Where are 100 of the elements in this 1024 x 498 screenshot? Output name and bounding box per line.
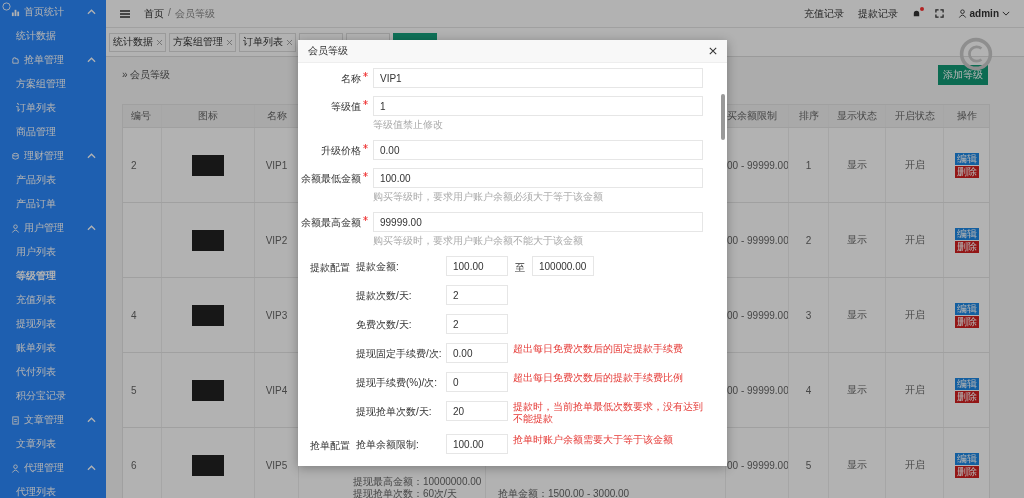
sidebar-group[interactable]: 理财管理 — [0, 144, 106, 168]
table-cell: 00 - 99999.00 — [727, 234, 789, 246]
section-label: 抢单配置 — [310, 440, 350, 451]
breadcrumb-link[interactable]: 首页 — [144, 6, 164, 21]
input-field[interactable]: 100.00 — [446, 256, 508, 276]
input-field[interactable]: 99999.00 — [373, 212, 703, 232]
sidebar-item[interactable]: 账单列表 — [0, 336, 106, 360]
table-cell: VIP2 — [265, 234, 288, 246]
tab[interactable]: 方案组管理 — [169, 32, 236, 52]
table-cell: VIP5 — [265, 459, 288, 471]
table-cell: 显示 — [847, 158, 867, 172]
sidebar-item[interactable]: 商品管理 — [0, 120, 106, 144]
input-field[interactable]: 2 — [446, 285, 508, 305]
top-link[interactable]: 提款记录 — [857, 6, 898, 21]
input-field[interactable]: 100000.00 — [532, 256, 594, 276]
input-field[interactable]: 1 — [373, 96, 703, 116]
sidebar-item[interactable]: 提现列表 — [0, 312, 106, 336]
field-label: 提款次数/天: — [356, 290, 412, 301]
sidebar-item[interactable]: 代理列表 — [0, 480, 106, 498]
input-field[interactable]: 2 — [446, 314, 508, 334]
bell-icon[interactable] — [911, 9, 921, 18]
sidebar-group[interactable]: 抢单管理 — [0, 48, 106, 72]
table-cell: 3 — [805, 309, 812, 321]
sidebar-item[interactable]: 文章列表 — [0, 432, 106, 456]
sidebar-item[interactable]: 产品列表 — [0, 168, 106, 192]
range-separator: 至 — [514, 261, 526, 275]
column-header: 名称 — [266, 109, 287, 123]
tab[interactable]: 统计数据 — [109, 32, 166, 52]
table-cell: 6 — [131, 459, 137, 471]
input-field[interactable]: 20 — [446, 401, 508, 421]
column-header: 编号 — [131, 109, 151, 123]
circle-icon — [2, 2, 11, 11]
chevron-icon — [87, 465, 96, 471]
breadcrumb-separator: / — [168, 6, 171, 20]
edit-button[interactable]: 编辑 — [954, 227, 979, 240]
delete-button[interactable]: 删除 — [954, 390, 979, 403]
caret-icon — [1002, 11, 1010, 16]
delete-button[interactable]: 删除 — [954, 465, 979, 478]
sidebar-item[interactable]: 订单列表 — [0, 96, 106, 120]
field-label: 名称 — [341, 72, 361, 86]
input-field[interactable]: 0 — [446, 372, 508, 392]
field-note: 抢单时账户余额需要大于等于该金额 — [513, 434, 674, 446]
photo-placeholder — [192, 454, 224, 476]
edit-button[interactable]: 编辑 — [954, 452, 979, 465]
page-title: » 会员等级 — [122, 68, 171, 82]
sidebar-item[interactable]: 代付列表 — [0, 360, 106, 384]
sidebar-group[interactable]: 首页统计 — [0, 0, 106, 24]
table-cell: 2 — [805, 234, 812, 246]
field-label: 升级价格 — [321, 144, 361, 158]
add-button[interactable]: 添加等级 — [938, 65, 988, 85]
document-icon — [11, 415, 20, 425]
delete-button[interactable]: 删除 — [954, 315, 979, 328]
table-cell: VIP4 — [265, 384, 288, 396]
field-hint: 等级值禁止修改 — [373, 118, 444, 132]
close-icon[interactable] — [709, 47, 717, 55]
delete-button[interactable]: 删除 — [954, 165, 979, 178]
field-note: 超出每日免费次数后的固定提款手续费 — [513, 343, 684, 355]
scrollbar-thumb[interactable] — [721, 94, 725, 140]
sidebar-item[interactable]: 统计数据 — [0, 24, 106, 48]
input-field[interactable]: 100.00 — [446, 434, 508, 454]
sidebar-item[interactable]: 用户列表 — [0, 240, 106, 264]
edit-button[interactable]: 编辑 — [954, 302, 979, 315]
delete-button[interactable]: 删除 — [954, 240, 979, 253]
user-menu[interactable]: admin — [957, 8, 1010, 19]
field-label: 免费次数/天: — [356, 319, 412, 330]
table-cell: 显示 — [847, 458, 867, 472]
top-link[interactable]: 充值记录 — [803, 6, 844, 21]
table-cell: 00 - 99999.00 — [727, 309, 789, 321]
table-cell: 提现抢单次数：60次/天 — [353, 488, 457, 498]
table-cell: 显示 — [847, 233, 867, 247]
user-icon — [11, 463, 20, 473]
menu-icon[interactable] — [120, 9, 130, 18]
edit-button[interactable]: 编辑 — [954, 152, 979, 165]
table-cell: 显示 — [847, 383, 867, 397]
sidebar-item[interactable]: 等级管理 — [0, 264, 106, 288]
edit-button[interactable]: 编辑 — [954, 377, 979, 390]
input-field[interactable]: 0.00 — [373, 140, 703, 160]
sidebar-group[interactable]: 用户管理 — [0, 216, 106, 240]
table-cell: 00 - 99999.00 — [727, 459, 789, 471]
sidebar-item[interactable]: 积分宝记录 — [0, 384, 106, 408]
sidebar-group[interactable]: 代理管理 — [0, 456, 106, 480]
tab[interactable]: 订单列表 — [239, 32, 296, 52]
table-cell: 抢单金额：1500.00 - 3000.00 — [498, 488, 630, 498]
photo-placeholder — [192, 229, 224, 251]
sidebar-group[interactable]: 文章管理 — [0, 408, 106, 432]
table-cell: 5 — [131, 384, 137, 396]
fullscreen-icon[interactable] — [934, 9, 944, 18]
sidebar-item[interactable]: 充值列表 — [0, 288, 106, 312]
input-field[interactable]: 0.00 — [446, 343, 508, 363]
column-header: 排序 — [798, 109, 819, 123]
column-header: 开启状态 — [894, 109, 935, 123]
sidebar-item[interactable]: 产品订单 — [0, 192, 106, 216]
input-field[interactable]: 100.00 — [373, 168, 703, 188]
table-cell: VIP1 — [265, 159, 288, 171]
input-field[interactable]: VIP1 — [373, 68, 703, 88]
sidebar-item[interactable]: 方案组管理 — [0, 72, 106, 96]
table-cell: 2 — [131, 159, 137, 171]
table-cell: 00 - 99999.00 — [727, 384, 789, 396]
photo-placeholder — [192, 154, 224, 176]
chevron-icon — [87, 9, 96, 15]
